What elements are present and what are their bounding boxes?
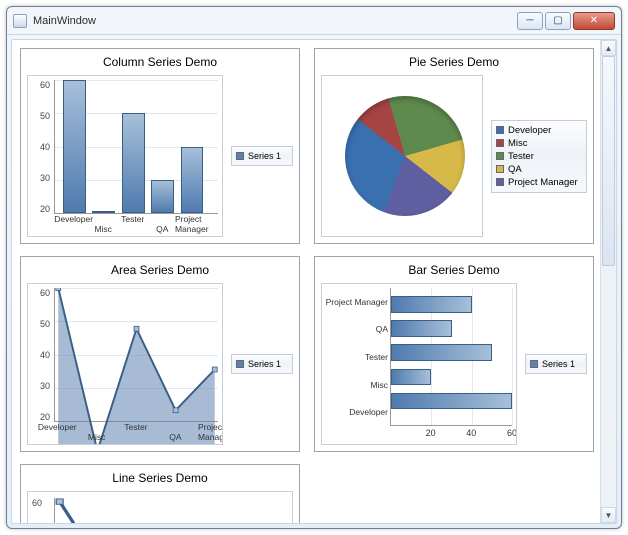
legend-item-label: QA [508,164,522,175]
xtick: 40 [466,428,476,438]
xtick: Misc [94,224,111,234]
vertical-scrollbar[interactable]: ▲ ▼ [600,40,616,523]
legend-item-label: Project Manager [508,177,578,188]
ytick: 20 [32,204,50,214]
window-title: MainWindow [33,15,517,27]
ytick: 20 [32,412,50,422]
scroll-up-button[interactable]: ▲ [601,40,616,56]
ytick: 40 [32,350,50,360]
xtick: Project Manager [198,422,223,442]
column-chart-plot: 60 50 40 30 20 [27,75,223,237]
ytick: Project Manager [324,297,388,307]
line-chart-plot: 60 [27,491,293,523]
legend-item-label: Misc [508,138,528,149]
xtick: 20 [426,428,436,438]
xtick: Tester [121,214,144,224]
legend-item-label: Series 1 [248,151,281,161]
ytick: Tester [324,352,388,362]
ytick: 60 [32,288,50,298]
panel-title: Bar Series Demo [321,263,587,277]
panel-title: Column Series Demo [27,55,293,69]
ytick: 40 [32,142,50,152]
legend-swatch [496,165,504,173]
xtick: Developer [54,214,93,224]
minimize-button[interactable]: ─ [517,12,543,30]
app-icon [13,14,27,28]
scroll-thumb[interactable] [602,56,615,266]
legend-item-label: Developer [508,125,551,136]
main-window: MainWindow ─ ▢ ✕ Column Series Demo 60 [6,6,622,529]
panel-title: Area Series Demo [27,263,293,277]
legend-swatch [496,126,504,134]
xtick: QA [156,224,168,234]
column-bar [122,113,145,213]
column-bar [92,211,115,213]
ytick: 50 [32,111,50,121]
column-bar [63,80,86,213]
bar-row [391,296,472,312]
ytick: QA [324,324,388,334]
bar-row [391,320,452,336]
legend: Series 1 [231,146,293,166]
ytick: Developer [324,407,388,417]
legend-item-label: Series 1 [248,359,281,369]
ytick: Misc [324,380,388,390]
panel-area-series: Area Series Demo 60 50 40 30 20 [20,256,300,452]
legend-swatch [496,178,504,186]
xtick: Misc [88,432,105,442]
panel-bar-series: Bar Series Demo Project Manager QA Tester M… [314,256,594,452]
ytick: 60 [32,498,42,508]
legend: Developer Misc Tester QA Project Manager [491,120,587,193]
bar-row [391,344,492,360]
xtick: Project Manager [175,214,209,234]
xtick: Developer [38,422,77,432]
panel-column-series: Column Series Demo 60 50 40 30 20 [20,48,300,244]
xtick: QA [169,432,181,442]
xtick: Tester [124,422,147,432]
panel-title: Pie Series Demo [321,55,587,69]
legend-item-label: Tester [508,151,534,162]
ytick: 50 [32,319,50,329]
ytick: 30 [32,173,50,183]
bar-chart-plot: Project ManagerQATesterMiscDeveloper 20 … [321,283,517,445]
close-button[interactable]: ✕ [573,12,615,30]
column-bar [151,180,174,213]
legend-item: Developer [496,125,582,136]
scroll-down-button[interactable]: ▼ [601,507,616,523]
legend-swatch [496,152,504,160]
legend-item: QA [496,164,582,175]
xtick: 60 [507,428,517,438]
legend-item: Misc [496,138,582,149]
area-chart-plot: 60 50 40 30 20 [27,283,223,445]
maximize-button[interactable]: ▢ [545,12,571,30]
bar-row [391,369,431,385]
ytick: 60 [32,80,50,90]
legend-item-label: Series 1 [542,359,575,369]
panel-pie-series: Pie Series Demo Developer Misc Tester QA Pro… [314,48,594,244]
legend: Series 1 [525,354,587,374]
client-area: Column Series Demo 60 50 40 30 20 [11,39,617,524]
legend: Series 1 [231,354,293,374]
panel-title: Line Series Demo [27,471,293,485]
column-bar [181,147,204,214]
pie-chart-plot [321,75,483,237]
panel-line-series: Line Series Demo 60 [20,464,300,523]
legend-item: Tester [496,151,582,162]
titlebar[interactable]: MainWindow ─ ▢ ✕ [7,7,621,35]
ytick: 30 [32,381,50,391]
legend-swatch [496,139,504,147]
legend-item: Project Manager [496,177,582,188]
bar-row [391,393,512,409]
